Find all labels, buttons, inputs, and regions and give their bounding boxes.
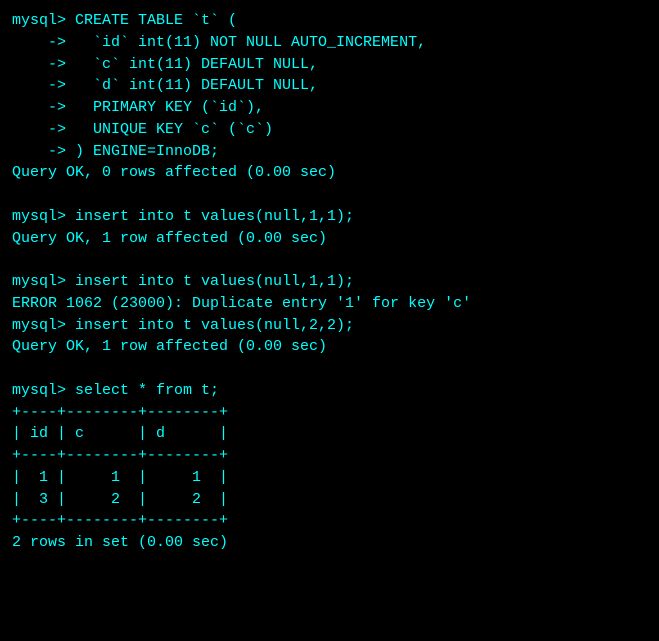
terminal-line: mysql> insert into t values(null,1,1); bbox=[12, 206, 647, 228]
terminal-line: Query OK, 1 row affected (0.00 sec) bbox=[12, 228, 647, 250]
terminal-line: mysql> select * from t; bbox=[12, 380, 647, 402]
terminal-line: mysql> insert into t values(null,2,2); bbox=[12, 315, 647, 337]
terminal-line: | 3 | 2 | 2 | bbox=[12, 489, 647, 511]
terminal-line: -> PRIMARY KEY (`id`), bbox=[12, 97, 647, 119]
terminal-line: mysql> CREATE TABLE `t` ( bbox=[12, 10, 647, 32]
terminal: mysql> CREATE TABLE `t` ( -> `id` int(11… bbox=[12, 10, 647, 631]
terminal-line: +----+--------+--------+ bbox=[12, 402, 647, 424]
terminal-line: +----+--------+--------+ bbox=[12, 445, 647, 467]
terminal-line: +----+--------+--------+ bbox=[12, 510, 647, 532]
terminal-line: | id | c | d | bbox=[12, 423, 647, 445]
terminal-line: mysql> insert into t values(null,1,1); bbox=[12, 271, 647, 293]
blank-line bbox=[12, 358, 647, 380]
terminal-line: -> ) ENGINE=InnoDB; bbox=[12, 141, 647, 163]
terminal-line: | 1 | 1 | 1 | bbox=[12, 467, 647, 489]
terminal-line: -> `d` int(11) DEFAULT NULL, bbox=[12, 75, 647, 97]
blank-line bbox=[12, 249, 647, 271]
terminal-line: 2 rows in set (0.00 sec) bbox=[12, 532, 647, 554]
terminal-line: ERROR 1062 (23000): Duplicate entry '1' … bbox=[12, 293, 647, 315]
terminal-line: Query OK, 0 rows affected (0.00 sec) bbox=[12, 162, 647, 184]
blank-line bbox=[12, 184, 647, 206]
terminal-line: -> UNIQUE KEY `c` (`c`) bbox=[12, 119, 647, 141]
terminal-line: -> `id` int(11) NOT NULL AUTO_INCREMENT, bbox=[12, 32, 647, 54]
terminal-line: Query OK, 1 row affected (0.00 sec) bbox=[12, 336, 647, 358]
terminal-line: -> `c` int(11) DEFAULT NULL, bbox=[12, 54, 647, 76]
